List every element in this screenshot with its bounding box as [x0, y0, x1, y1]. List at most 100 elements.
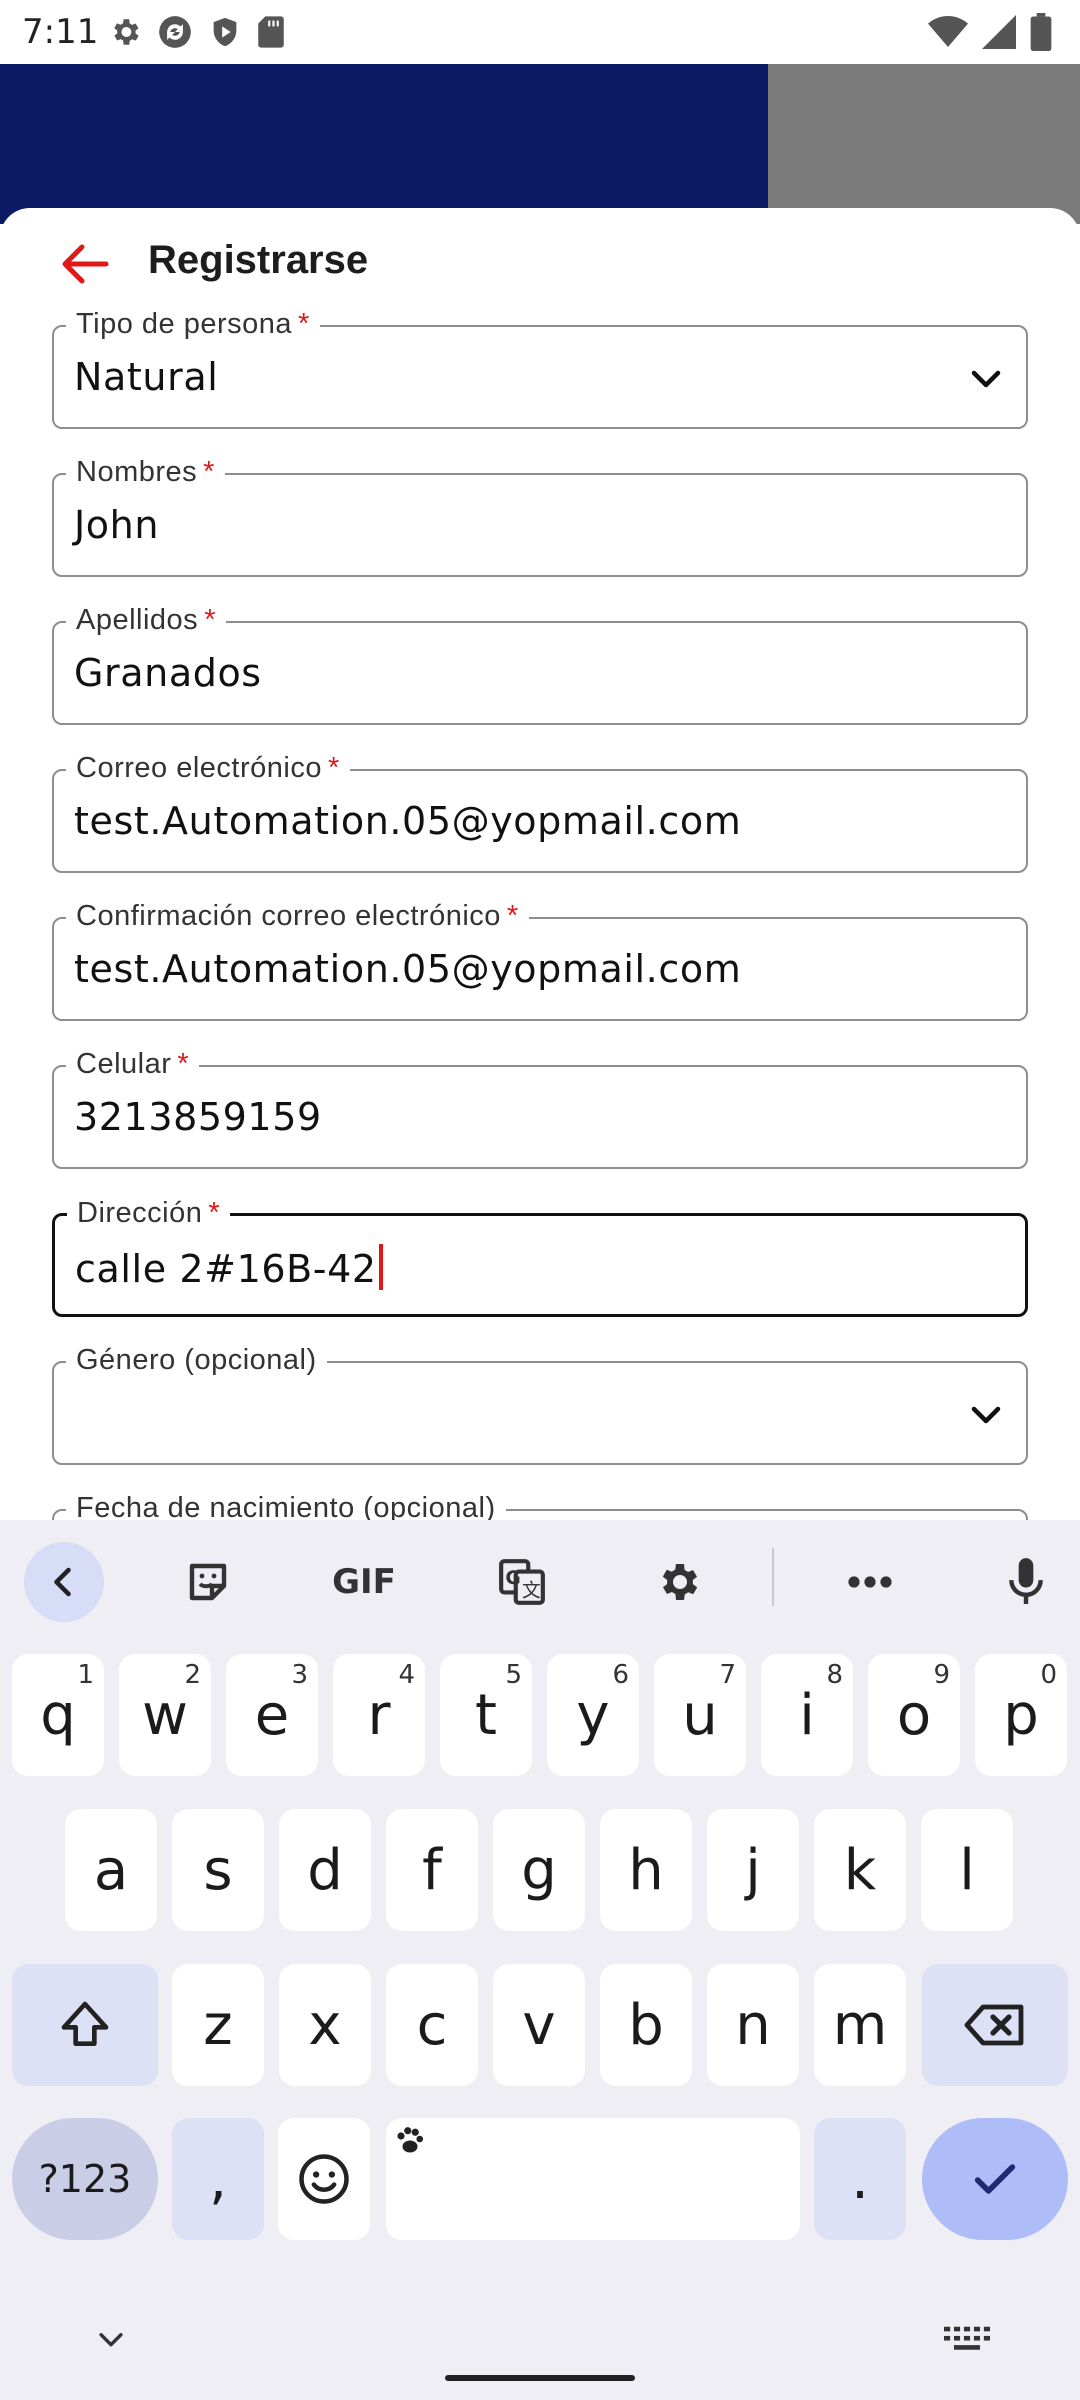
field-label: Género (opcional) [66, 1344, 327, 1377]
field-value: test.Automation.05@yopmail.com [74, 799, 742, 843]
email-input[interactable]: Correo electrónico * test.Automation.05@y… [52, 752, 1028, 873]
key-j[interactable]: j [707, 1809, 799, 1931]
battery-icon [1030, 13, 1052, 51]
gender-select[interactable]: Género (opcional) [52, 1344, 1028, 1465]
key-hint: 2 [184, 1660, 201, 1690]
key-z[interactable]: z [172, 1964, 264, 2086]
key-c[interactable]: c [386, 1964, 478, 2086]
backspace-key[interactable] [922, 1964, 1068, 2086]
chevron-down-icon[interactable] [94, 2322, 128, 2356]
symbols-key[interactable]: ?123 [12, 2118, 158, 2240]
key-label: y [576, 1682, 610, 1748]
key-r[interactable]: r4 [333, 1654, 425, 1776]
signal-icon [982, 15, 1016, 49]
sync-icon [159, 16, 191, 48]
field-value: calle 2#16B-42 [75, 1244, 383, 1291]
voice-input-button[interactable] [986, 1542, 1066, 1622]
address-input[interactable]: Dirección * calle 2#16B-42 [52, 1197, 1028, 1317]
key-hint: 1 [77, 1660, 94, 1690]
gif-button[interactable]: GIF [324, 1542, 404, 1622]
key-k[interactable]: k [814, 1809, 906, 1931]
key-a[interactable]: a [65, 1809, 157, 1931]
toolbar-divider [772, 1548, 774, 1606]
key-d[interactable]: d [279, 1809, 371, 1931]
key-e[interactable]: e3 [226, 1654, 318, 1776]
key-y[interactable]: y6 [547, 1654, 639, 1776]
key-hint: 4 [398, 1660, 415, 1690]
phone-input[interactable]: Celular * 3213859159 [52, 1048, 1028, 1169]
sticker-icon [189, 1563, 227, 1601]
key-v[interactable]: v [493, 1964, 585, 2086]
translate-button[interactable]: G文 [482, 1542, 562, 1622]
first-name-input[interactable]: Nombres * John [52, 456, 1028, 577]
email-confirm-input[interactable]: Confirmación correo electrónico * test.Au… [52, 900, 1028, 1021]
period-key[interactable]: . [814, 2118, 906, 2240]
key-i[interactable]: i8 [761, 1654, 853, 1776]
paw-icon [397, 2127, 424, 2153]
key-n[interactable]: n [707, 1964, 799, 2086]
key-q[interactable]: q1 [12, 1654, 104, 1776]
settings-icon [662, 1564, 698, 1600]
key-b[interactable]: b [600, 1964, 692, 2086]
key-t[interactable]: t5 [440, 1654, 532, 1776]
sheet-header: Registrarse [0, 208, 1080, 318]
birthdate-input[interactable]: Fecha de nacimiento (opcional) [52, 1492, 1028, 1520]
keyboard-switch-icon[interactable] [944, 2326, 990, 2352]
more-icon [848, 1576, 892, 1588]
key-f[interactable]: f [386, 1809, 478, 1931]
svg-text:G: G [505, 1568, 520, 1589]
key-s[interactable]: s [172, 1809, 264, 1931]
key-m[interactable]: m [814, 1964, 906, 2086]
sd-card-icon [258, 16, 284, 48]
field-label: Fecha de nacimiento (opcional) [66, 1492, 506, 1520]
key-u[interactable]: u7 [654, 1654, 746, 1776]
key-hint: 7 [719, 1660, 736, 1690]
key-label: e [254, 1682, 290, 1748]
key-w[interactable]: w2 [119, 1654, 211, 1776]
sticker-button[interactable] [168, 1542, 248, 1622]
key-label: p [1003, 1682, 1039, 1748]
key-o[interactable]: o9 [868, 1654, 960, 1776]
chevron-left-icon [54, 1567, 71, 1597]
microphone-icon [1009, 1558, 1043, 1604]
person-type-select[interactable]: Tipo de persona * Natural [52, 308, 1028, 429]
shift-key[interactable] [12, 1964, 158, 2086]
field-value: Granados [74, 651, 262, 695]
key-label: q [40, 1682, 76, 1748]
last-name-input[interactable]: Apellidos * Granados [52, 604, 1028, 725]
field-value: 3213859159 [74, 1095, 322, 1139]
header-background [0, 64, 768, 224]
field-label: Dirección * [67, 1197, 231, 1230]
key-h[interactable]: h [600, 1809, 692, 1931]
translate-icon: G文 [499, 1559, 545, 1605]
field-value: John [74, 503, 160, 547]
keyboard-toolbar: GIF G文 [0, 1520, 1080, 1644]
home-indicator[interactable] [445, 2375, 635, 2381]
space-key[interactable] [386, 2118, 800, 2240]
field-value: Natural [74, 355, 219, 399]
key-hint: 8 [826, 1660, 843, 1690]
status-time: 7:11 [22, 12, 99, 52]
backspace-icon [964, 2004, 1024, 2046]
back-button[interactable] [50, 236, 120, 292]
register-sheet: Registrarse Tipo de persona * Natural Nom… [0, 208, 1080, 1520]
keyboard-back-button[interactable] [24, 1542, 104, 1622]
comma-key[interactable]: , [172, 2118, 264, 2240]
key-x[interactable]: x [279, 1964, 371, 2086]
key-l[interactable]: l [921, 1809, 1013, 1931]
done-key[interactable] [922, 2118, 1068, 2240]
gear-icon [114, 19, 139, 45]
more-button[interactable] [830, 1542, 910, 1622]
wifi-icon [928, 16, 968, 47]
keyboard-nav-row [0, 2300, 1080, 2400]
field-label: Celular * [66, 1048, 200, 1081]
key-hint: 9 [933, 1660, 950, 1690]
field-label: Nombres * [66, 456, 225, 489]
emoji-key[interactable] [278, 2118, 370, 2240]
key-p[interactable]: p0 [975, 1654, 1067, 1776]
key-g[interactable]: g [493, 1809, 585, 1931]
key-label: o [896, 1682, 932, 1748]
emoji-icon [299, 2154, 349, 2204]
keyboard-settings-button[interactable] [638, 1542, 718, 1622]
status-icons-left [108, 12, 286, 52]
